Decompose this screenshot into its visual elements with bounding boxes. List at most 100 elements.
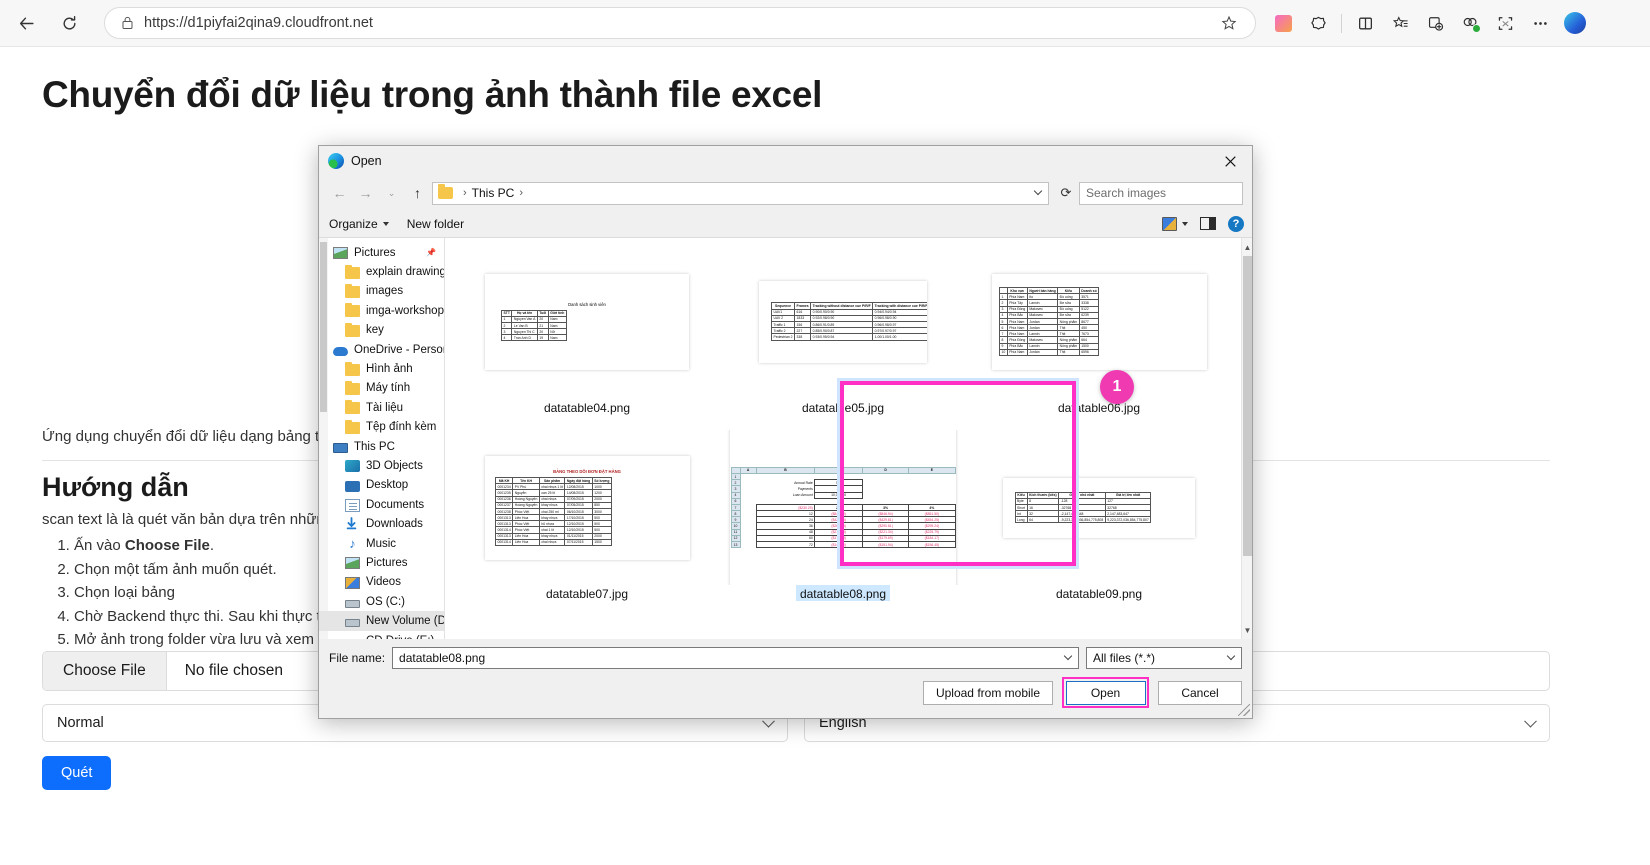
file-type-value: All files (*.*) [1093, 651, 1156, 665]
split-screen-icon[interactable] [1350, 8, 1380, 38]
file-name-row: File name: datatable08.png All files (*.… [329, 647, 1242, 669]
section-title: Hướng dẫn [42, 472, 189, 502]
view-options-button[interactable] [1162, 216, 1188, 231]
chevron-down-icon[interactable] [1063, 651, 1073, 661]
pin-icon[interactable]: 📌 [426, 248, 436, 257]
file-name-label: datatable09.png [1055, 587, 1143, 601]
screenshot-icon[interactable] [1490, 8, 1520, 38]
sidebar-item-cd-drive-e[interactable]: CD Drive (E:) [319, 631, 444, 639]
sidebar-item-h-nh-nh[interactable]: Hình ảnh [319, 359, 444, 378]
file-name-input[interactable]: datatable08.png [392, 647, 1079, 669]
chevron-down-icon[interactable] [1033, 186, 1043, 196]
sidebar-item-label: images [366, 285, 404, 298]
sidebar-item-videos[interactable]: Videos [319, 573, 444, 592]
star-icon[interactable] [1221, 15, 1237, 31]
favorites-icon[interactable] [1385, 8, 1415, 38]
sidebar-item-m-y-t-nh[interactable]: Máy tính [319, 379, 444, 398]
sidebar-item-new-volume-d[interactable]: New Volume (D:) [319, 611, 444, 631]
choose-file-button[interactable]: Choose File [43, 652, 167, 690]
file-item[interactable]: A B C D E 1 2 Annual Rate 5% 3 Payments 48 4 Loan Amo… [715, 430, 971, 616]
sidebar-item-os-c[interactable]: OS (C:) [319, 592, 444, 611]
toolbar-right-group: ? [1162, 215, 1244, 232]
3d-objects-icon [345, 460, 360, 473]
upload-from-mobile-button[interactable]: Upload from mobile [922, 680, 1053, 705]
dialog-title: Open [351, 154, 382, 168]
file-item[interactable]: Sequence Frames Tracking without distance … [715, 244, 971, 430]
dialog-navigation: ← → ⌄ ↑ › This PC › ⟳ Search images [319, 176, 1252, 210]
scroll-up-icon[interactable]: ▲ [1242, 240, 1252, 254]
new-folder-button[interactable]: New folder [407, 217, 464, 231]
thumbnail-table: Khu vực Người bán hàng Kiểu Doanh số 1 Phía N… [999, 286, 1100, 357]
table-type-value: Normal [57, 715, 104, 731]
sidebar-item-t-i-li-u[interactable]: Tài liệu [319, 398, 444, 417]
sidebar-item-documents[interactable]: Documents [319, 495, 444, 514]
thumbnail-table: Mã KH Tên KH Sản phẩm Ngày đặt hàng Số lượng… [494, 476, 612, 547]
sidebar-item-desktop[interactable]: Desktop [319, 476, 444, 495]
file-item[interactable]: KiểuKích thước (bits)Giá trị nhỏ nhấtGiá… [459, 616, 715, 639]
cancel-button[interactable]: Cancel [1158, 680, 1242, 705]
more-icon[interactable] [1525, 8, 1555, 38]
sidebar-item-label: explain drawing [366, 266, 445, 279]
file-item[interactable]: KiểuKích thước (bits)Giá trị nhỏ nhấtGiá… [971, 616, 1227, 639]
help-icon[interactable]: ? [1228, 215, 1244, 232]
nav-back-icon[interactable]: ← [328, 182, 351, 205]
caret-down-icon [382, 221, 389, 226]
folder-icon [345, 264, 360, 279]
sidebar-item-downloads[interactable]: Downloads [319, 514, 444, 533]
breadcrumb-separator: › [519, 187, 524, 199]
back-arrow-icon[interactable] [9, 6, 43, 40]
browser-essentials-icon[interactable] [1303, 8, 1333, 38]
organize-button[interactable]: Organize [329, 217, 389, 231]
refresh-icon[interactable] [52, 6, 86, 40]
nav-up-icon[interactable]: ↑ [406, 182, 429, 205]
sidebar-item-t-p-nh-k-m[interactable]: Tệp đính kèm [319, 418, 444, 437]
toolbar-divider [1341, 13, 1342, 33]
breadcrumb-item-thispc[interactable]: This PC [472, 186, 515, 200]
breadcrumb[interactable]: › This PC › [432, 181, 1049, 205]
dialog-buttons: Upload from mobile Open Cancel [329, 677, 1242, 708]
nav-forward-icon[interactable]: → [354, 182, 377, 205]
open-button-highlight: Open [1062, 677, 1149, 708]
sidebar-item-pictures[interactable]: Pictures 📌 [319, 243, 444, 262]
sidebar-item-explain-drawing[interactable]: explain drawing [319, 262, 444, 281]
sidebar-item-3d-objects[interactable]: 3D Objects [319, 456, 444, 475]
sidebar-item-pictures[interactable]: Pictures [319, 553, 444, 572]
file-item[interactable]: Danh sách sinh viên STT Họ và tên Tuổi Giới … [459, 244, 715, 430]
file-thumbnail: A B C D E 1 2 Annual Rate 5% 3 Payments 48 4 Loan Amo… [727, 430, 959, 585]
preview-pane-icon[interactable] [1200, 217, 1216, 230]
sidebar-list: Pictures 📌 explain drawing images imga-works… [319, 238, 444, 639]
sidebar-item-music[interactable]: ♪ Music [319, 534, 444, 553]
close-icon[interactable] [1208, 146, 1252, 176]
collections-icon[interactable] [1420, 8, 1450, 38]
file-item[interactable]: KiểuKích thước (bits)Giá trị nhỏ nhấtGiá… [971, 430, 1227, 616]
file-list-scrollbar[interactable]: ▲ ▼ [1241, 238, 1252, 639]
copilot-icon[interactable] [1560, 8, 1590, 38]
file-item[interactable]: KiểuKích thước (bits)Giá trị nhỏ nhấtGiá… [715, 616, 971, 639]
dialog-body: Pictures 📌 explain drawing images imga-works… [319, 238, 1252, 639]
resize-grip[interactable] [1238, 704, 1250, 716]
sidebar-item-images[interactable]: images [319, 282, 444, 301]
file-type-filter[interactable]: All files (*.*) [1086, 647, 1242, 669]
downloads-icon [345, 517, 360, 531]
dialog-refresh-icon[interactable]: ⟳ [1056, 185, 1076, 201]
gradient-square-icon[interactable] [1268, 8, 1298, 38]
file-item[interactable]: BẢNG THEO DÕI ĐƠN ĐẶT HÀNG Mã KH Tên KH Sản… [459, 430, 715, 616]
file-item[interactable]: Khu vực Người bán hàng Kiểu Doanh số 1 Phía N… [971, 244, 1227, 430]
sidebar-item-onedrive-personal[interactable]: OneDrive - Personal [319, 340, 444, 359]
folder-icon [345, 303, 360, 318]
profile-icon[interactable] [1455, 8, 1485, 38]
open-button[interactable]: Open [1065, 680, 1146, 705]
search-input[interactable]: Search images [1079, 181, 1243, 205]
nav-recent-icon[interactable]: ⌄ [380, 182, 403, 205]
sidebar-item-imga-workshop[interactable]: imga-workshop [319, 301, 444, 320]
status-dot [1472, 24, 1481, 33]
sidebar-item-this-pc[interactable]: This PC [319, 437, 444, 456]
scan-button[interactable]: Quét [42, 756, 112, 790]
chevron-down-icon[interactable] [1226, 651, 1236, 661]
loan-sheet: A B C D E 1 2 Annual Rate 5% 3 Payments 48 4 Loan Amo… [730, 466, 956, 549]
breadcrumb-separator: › [463, 187, 467, 199]
scrollbar-thumb[interactable] [1243, 256, 1252, 556]
scroll-down-icon[interactable]: ▼ [1242, 623, 1252, 637]
sidebar-item-key[interactable]: key [319, 321, 444, 340]
address-bar[interactable]: https://d1piyfai2qina9.cloudfront.net [104, 7, 1256, 39]
